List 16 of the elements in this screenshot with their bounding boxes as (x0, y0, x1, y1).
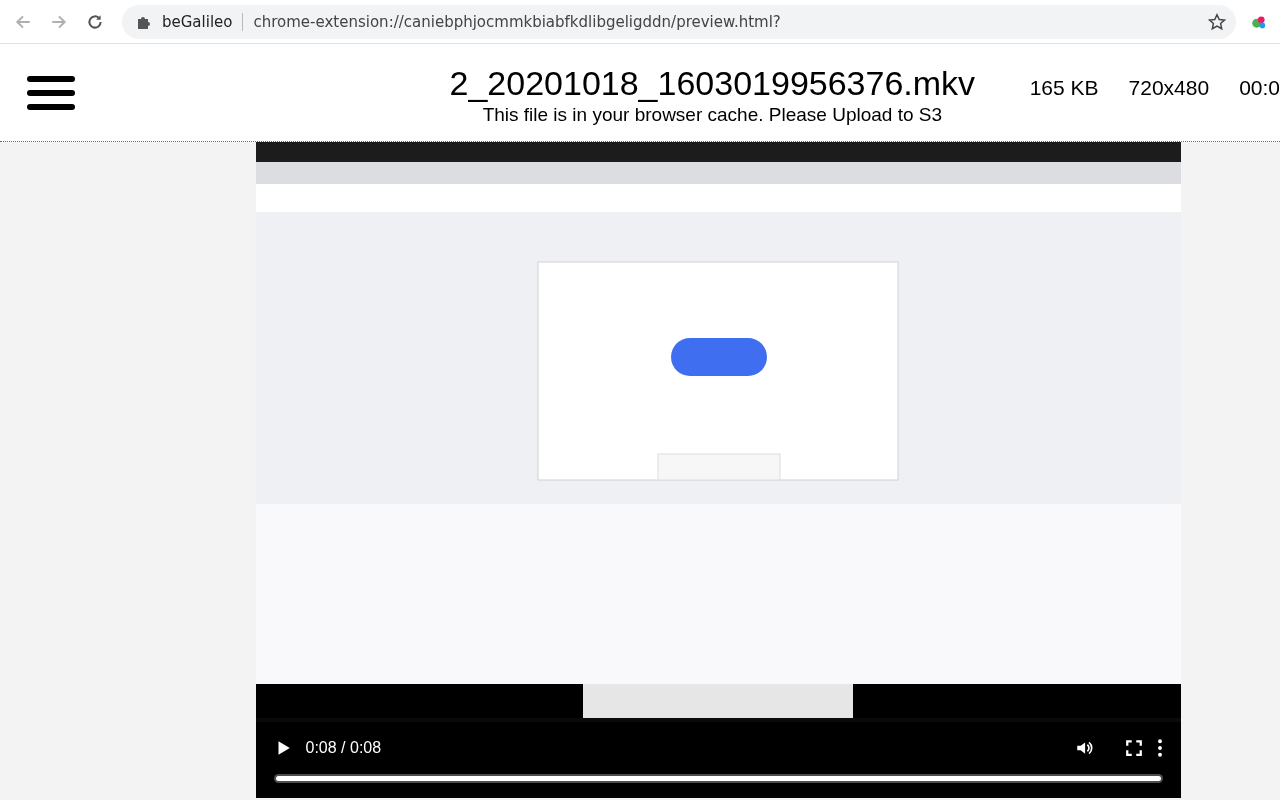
file-info: 165 KB (1029, 75, 1099, 100)
fullscreen-icon[interactable] (1124, 739, 1143, 757)
url-text: chrome-extension://caniebphjocmmkbiabfkdlibgeligddn/preview.html? (253, 12, 782, 31)
menu-icon[interactable] (27, 75, 75, 110)
file-name: 2_20201018_1603019956376.mkv (449, 62, 976, 103)
bookmark-star-icon[interactable] (1208, 12, 1226, 31)
video-player[interactable]: 0:08 / 0:08 (255, 142, 1181, 798)
site-name: beGalileo (162, 12, 233, 31)
more-options-icon[interactable] (1156, 739, 1163, 757)
address-bar[interactable]: beGalileo chrome-extension://caniebphjocmmkbiabfkdlibgeligddn/preview.html? (122, 4, 1236, 39)
volume-icon[interactable] (1074, 739, 1093, 757)
file-info: 720x480 (1128, 75, 1210, 100)
reload-icon[interactable] (86, 12, 104, 31)
time-display: 0:08 / 0:08 (305, 739, 382, 757)
cache-notice: This file is in your browser cache. Please Upload to S3 (482, 102, 942, 127)
file-info: 00:0 (1239, 75, 1280, 100)
